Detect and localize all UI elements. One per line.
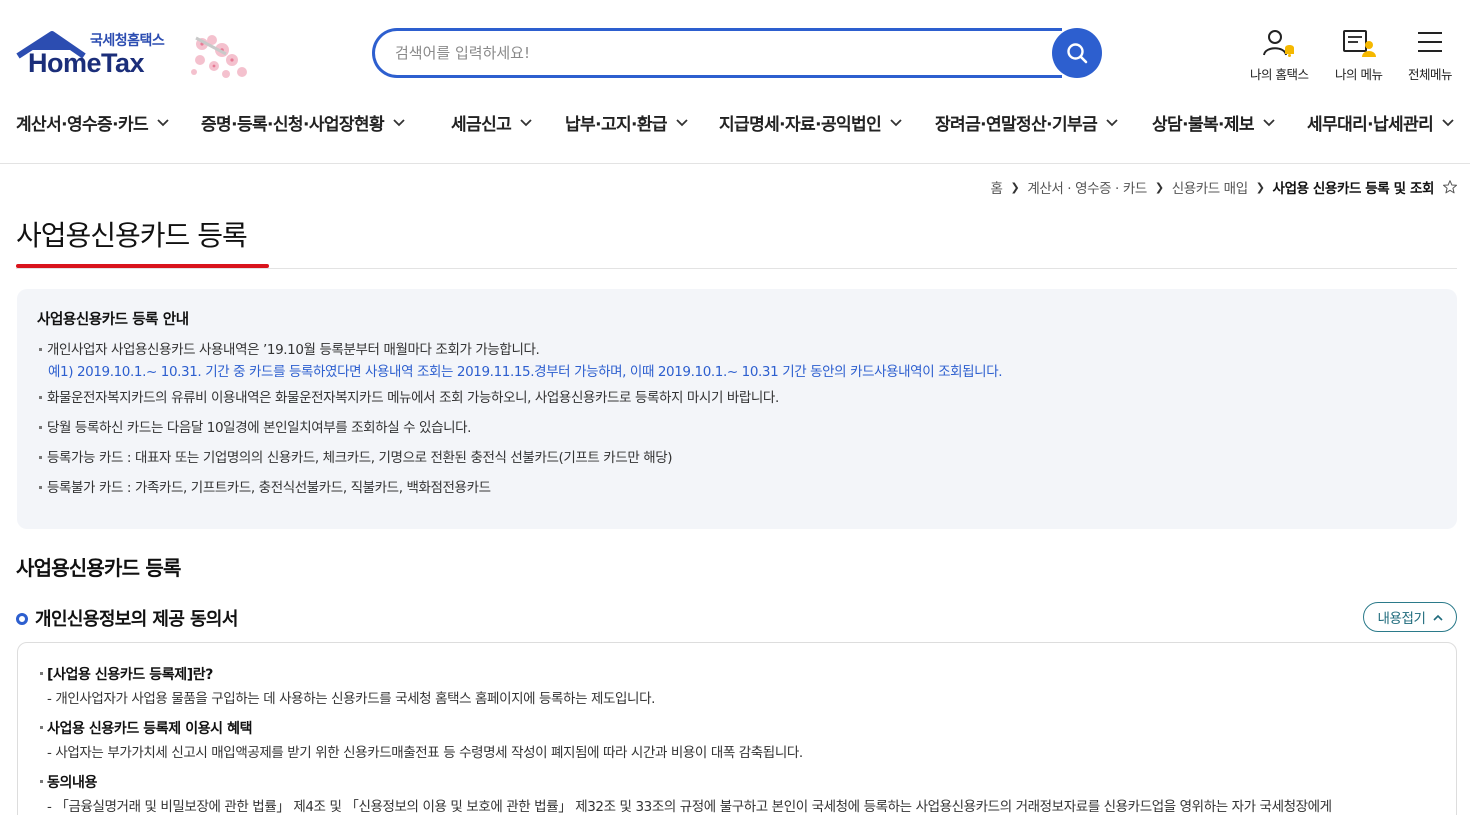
consent-question: 사업용 신용카드 등록제 이용시 혜택 <box>38 719 1436 743</box>
info-item: 등록불가 카드 : 가족카드, 기프트카드, 충전식선불카드, 직불카드, 백화… <box>37 479 1437 509</box>
breadcrumb-separator-icon: ❯ <box>1255 180 1265 194</box>
gnb-label: 지급명세·자료·공익법인 <box>719 115 882 135</box>
search-icon <box>1067 43 1088 64</box>
gnb-label: 상담·불복·제보 <box>1152 115 1255 135</box>
gnb-item-payment[interactable]: 납부·고지·환급 <box>565 110 688 135</box>
collapse-button[interactable]: 내용접기 <box>1363 602 1457 632</box>
breadcrumb-separator-icon: ❯ <box>1154 180 1164 194</box>
gnb-item-incentives[interactable]: 장려금·연말정산·기부금 <box>935 110 1118 135</box>
gnb-label: 세금신고 <box>451 115 512 135</box>
gnb-item-tax-filing[interactable]: 세금신고 <box>451 110 532 135</box>
gnb-label: 장려금·연말정산·기부금 <box>935 115 1098 135</box>
info-item: 개인사업자 사업용신용카드 사용내역은 ’19.10월 등록분부터 매월마다 조… <box>37 341 1437 367</box>
gnb-label: 납부·고지·환급 <box>565 115 668 135</box>
my-hometax-icon <box>1263 30 1295 57</box>
page-title: 사업용신용카드 등록 <box>16 219 248 252</box>
chevron-down-icon <box>520 118 532 126</box>
all-menu-label: 전체메뉴 <box>1408 67 1453 82</box>
section-title: 사업용신용카드 등록 <box>16 556 181 580</box>
gnb-item-statements[interactable]: 지급명세·자료·공익법인 <box>719 110 902 135</box>
breadcrumb-home[interactable]: 홈 <box>991 177 1003 197</box>
info-item: 등록가능 카드 : 대표자 또는 기업명의의 신용카드, 체크카드, 기명으로 … <box>37 449 1437 479</box>
gnb-item-tax-agent[interactable]: 세무대리·납세관리 <box>1307 110 1454 135</box>
consent-question: 동의내용 <box>38 773 1436 797</box>
gnb-item-certificates[interactable]: 증명·등록·신청·사업장현황 <box>201 110 405 135</box>
info-title: 사업용신용카드 등록 안내 <box>37 312 189 328</box>
info-item: 당월 등록하신 카드는 다음달 10일경에 본인일치여부를 조회하실 수 있습니… <box>37 419 1437 449</box>
chevron-down-icon <box>890 118 902 126</box>
my-menu-button[interactable]: 나의 메뉴 <box>1335 28 1383 83</box>
my-hometax-button[interactable]: 나의 홈택스 <box>1250 28 1309 83</box>
chevron-up-icon <box>1432 614 1443 621</box>
consent-answer: - 「금융실명거래 및 비밀보장에 관한 법률」 제4조 및 「신용정보의 이용… <box>47 799 1332 815</box>
chevron-down-icon <box>157 118 169 126</box>
chevron-down-icon <box>1106 118 1118 126</box>
breadcrumb-item[interactable]: 신용카드 매입 <box>1172 177 1248 197</box>
star-icon[interactable] <box>1442 179 1458 195</box>
info-item: 화물운전자복지카드의 유류비 이용내역은 화물운전자복지카드 메뉴에서 조회 가… <box>37 389 1437 419</box>
collapse-label: 내용접기 <box>1377 611 1426 627</box>
hometax-logo[interactable]: 국세청홈택스 HomeTax <box>16 26 256 86</box>
search-input[interactable] <box>375 31 1062 75</box>
consent-answer: - 사업자는 부가가치세 신고시 매입액공제를 받기 위한 신용카드매출전표 등… <box>47 745 803 761</box>
consent-question: [사업용 신용카드 등록제]란? <box>38 665 1436 689</box>
breadcrumb-separator-icon: ❯ <box>1010 180 1020 194</box>
chevron-down-icon <box>676 118 688 126</box>
consent-content: [사업용 신용카드 등록제]란? - 개인사업자가 사업용 물품을 구입하는 데… <box>17 642 1457 815</box>
chevron-down-icon <box>1442 118 1454 126</box>
consent-title: 개인신용정보의 제공 동의서 <box>35 609 238 630</box>
my-menu-icon <box>1342 30 1376 57</box>
my-hometax-label: 나의 홈택스 <box>1250 67 1309 82</box>
gnb-item-consulting[interactable]: 상담·불복·제보 <box>1152 110 1275 135</box>
gnb-label: 증명·등록·신청·사업장현황 <box>201 115 385 135</box>
gnb-item-invoices[interactable]: 계산서·영수증·카드 <box>16 110 169 135</box>
title-divider <box>16 268 1457 269</box>
consent-answer: - 개인사업자가 사업용 물품을 구입하는 데 사용하는 신용카드를 국세청 홈… <box>47 691 655 707</box>
bullet-circle-icon <box>16 613 28 625</box>
breadcrumb-current: 사업용 신용카드 등록 및 조회 <box>1272 181 1435 197</box>
breadcrumb-item[interactable]: 계산서 · 영수증 · 카드 <box>1027 177 1147 197</box>
chevron-down-icon <box>1263 118 1275 126</box>
chevron-down-icon <box>393 118 405 126</box>
logo-subtitle: 국세청홈택스 <box>90 33 165 49</box>
gnb-divider <box>0 163 1470 164</box>
search-button[interactable] <box>1052 28 1102 78</box>
info-box: 사업용신용카드 등록 안내 개인사업자 사업용신용카드 사용내역은 ’19.10… <box>17 289 1457 529</box>
consent-heading: 개인신용정보의 제공 동의서 <box>16 605 238 631</box>
my-menu-label: 나의 메뉴 <box>1335 67 1383 82</box>
gnb-label: 세무대리·납세관리 <box>1307 115 1434 135</box>
search-box[interactable] <box>372 28 1062 78</box>
breadcrumb: 홈 ❯ 계산서 · 영수증 · 카드 ❯ 신용카드 매입 ❯ 사업용 신용카드 … <box>991 177 1459 197</box>
all-menu-button[interactable]: 전체메뉴 <box>1408 28 1453 83</box>
logo-wordmark: HomeTax <box>28 48 145 78</box>
hamburger-menu-icon <box>1418 32 1442 52</box>
cherry-blossom-icon <box>191 35 247 78</box>
global-nav: 계산서·영수증·카드 증명·등록·신청·사업장현황 세금신고 납부·고지·환급 … <box>0 100 1470 144</box>
gnb-label: 계산서·영수증·카드 <box>16 115 149 135</box>
